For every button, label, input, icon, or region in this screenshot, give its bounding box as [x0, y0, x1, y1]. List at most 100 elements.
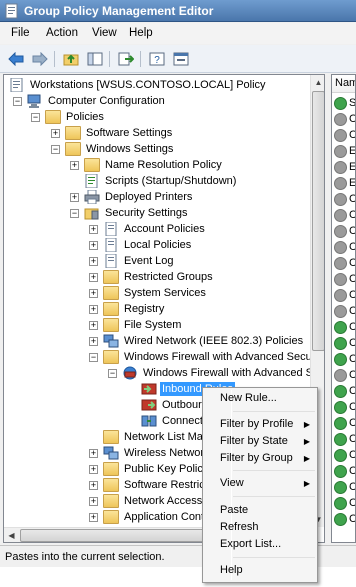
expand-toggle[interactable]: + — [89, 513, 98, 522]
rule-row[interactable]: C — [334, 111, 355, 127]
rule-row[interactable]: C — [334, 511, 355, 527]
properties-button[interactable] — [170, 49, 192, 69]
menu-item-export-list[interactable]: Export List... — [220, 536, 316, 553]
tree-item-policies[interactable]: Policies — [45, 109, 106, 125]
menu-item-new-rule[interactable]: New Rule... — [220, 390, 316, 407]
rule-row[interactable]: C — [334, 191, 355, 207]
rule-row[interactable]: C — [334, 287, 355, 303]
expand-toggle[interactable]: + — [89, 289, 98, 298]
tree-item-registry[interactable]: Registry — [103, 301, 166, 317]
expand-toggle[interactable]: + — [70, 193, 79, 202]
rule-row[interactable]: C — [334, 255, 355, 271]
menu-item-view[interactable]: View ▶ — [220, 475, 316, 492]
rule-row[interactable]: C — [334, 303, 355, 319]
menu-item-help[interactable]: Help — [220, 562, 316, 579]
tree-item-public-key-policies[interactable]: Public Key Policie — [103, 461, 213, 477]
tree-item-account-policies[interactable]: Account Policies — [103, 221, 207, 237]
expand-toggle[interactable]: + — [89, 257, 98, 266]
tree-item-gpo-root[interactable]: Workstations [WSUS.CONTOSO.LOCAL] Policy — [9, 77, 268, 93]
menu-view[interactable]: View — [92, 27, 117, 39]
expand-toggle[interactable]: + — [89, 321, 98, 330]
rules-list-pane[interactable]: Nam SCCEEECCCCCCCCCCCCCCCCCCCCC — [331, 74, 356, 543]
tree-item-windows-firewall[interactable]: Windows Firewall with Advanced Secu — [103, 349, 314, 365]
tree-item-software-settings[interactable]: Software Settings — [65, 125, 174, 141]
expand-toggle[interactable]: + — [89, 273, 98, 282]
column-header-name[interactable]: Nam — [332, 75, 355, 93]
tree-item-event-log[interactable]: Event Log — [103, 253, 176, 269]
rule-row[interactable]: C — [334, 239, 355, 255]
scroll-up-icon[interactable]: ▲ — [311, 75, 324, 90]
tree-item-computer-configuration[interactable]: Computer Configuration — [27, 93, 167, 109]
rule-row[interactable]: C — [334, 399, 355, 415]
expand-toggle[interactable]: + — [89, 241, 98, 250]
menu-item-filter-by-state[interactable]: Filter by State ▶ — [220, 433, 316, 450]
rule-row[interactable]: C — [334, 319, 355, 335]
rule-row[interactable]: C — [334, 335, 355, 351]
rule-row[interactable]: E — [334, 175, 355, 191]
collapse-toggle[interactable]: − — [108, 369, 117, 378]
rule-row[interactable]: C — [334, 351, 355, 367]
expand-toggle[interactable]: + — [89, 337, 98, 346]
collapse-toggle[interactable]: − — [31, 113, 40, 122]
tree-item-name-resolution-policy[interactable]: Name Resolution Policy — [84, 157, 224, 173]
rule-row[interactable]: C — [334, 223, 355, 239]
collapse-toggle[interactable]: − — [13, 97, 22, 106]
back-button[interactable] — [5, 49, 27, 69]
scrollbar-thumb[interactable] — [312, 91, 324, 351]
rule-row[interactable]: C — [334, 207, 355, 223]
tree-item-security-settings[interactable]: Security Settings — [84, 205, 190, 221]
tree-item-file-system[interactable]: File System — [103, 317, 183, 333]
menu-item-refresh[interactable]: Refresh — [220, 519, 316, 536]
help-button[interactable]: ? — [146, 49, 168, 69]
tree-item-wireless-network[interactable]: Wireless Networ — [103, 445, 206, 461]
collapse-toggle[interactable]: − — [89, 353, 98, 362]
rule-row[interactable]: C — [334, 447, 355, 463]
expand-toggle[interactable]: + — [51, 129, 60, 138]
rule-row[interactable]: E — [334, 159, 355, 175]
rule-row[interactable]: S — [334, 95, 355, 111]
tree-item-network-list-manager[interactable]: Network List Ma — [103, 429, 205, 445]
rule-row[interactable]: C — [334, 367, 355, 383]
tree-item-windows-settings[interactable]: Windows Settings — [65, 141, 175, 157]
up-one-level-button[interactable] — [60, 49, 82, 69]
tree-item-scripts[interactable]: Scripts (Startup/Shutdown) — [84, 173, 238, 189]
collapse-toggle[interactable]: − — [70, 209, 79, 218]
rule-row[interactable]: C — [334, 431, 355, 447]
expand-toggle[interactable]: + — [89, 449, 98, 458]
tree-item-connection-security-rules[interactable]: Connect — [141, 413, 205, 429]
forward-button[interactable] — [29, 49, 51, 69]
tree-item-windows-firewall-gpo[interactable]: Windows Firewall with Advanced S — [122, 365, 315, 381]
tree-item-network-access[interactable]: Network Access — [103, 493, 204, 509]
expand-toggle[interactable]: + — [89, 225, 98, 234]
expand-toggle[interactable]: + — [70, 161, 79, 170]
tree-item-restricted-groups[interactable]: Restricted Groups — [103, 269, 215, 285]
menu-file[interactable]: File — [11, 27, 30, 39]
expand-toggle[interactable]: + — [89, 305, 98, 314]
rule-row[interactable]: C — [334, 415, 355, 431]
menu-action[interactable]: Action — [46, 27, 78, 39]
expand-toggle[interactable]: + — [89, 497, 98, 506]
tree-item-outbound-rules[interactable]: Outbour — [141, 397, 204, 413]
scrollbar-thumb[interactable] — [20, 529, 210, 542]
tree-item-software-restriction[interactable]: Software Restric — [103, 477, 207, 493]
export-list-button[interactable] — [115, 49, 137, 69]
menu-item-filter-by-profile[interactable]: Filter by Profile ▶ — [220, 416, 316, 433]
rule-row[interactable]: C — [334, 383, 355, 399]
rule-row[interactable]: C — [334, 479, 355, 495]
tree-item-system-services[interactable]: System Services — [103, 285, 208, 301]
menu-item-filter-by-group[interactable]: Filter by Group ▶ — [220, 450, 316, 467]
menu-help[interactable]: Help — [129, 27, 153, 39]
scroll-left-icon[interactable]: ◀ — [4, 528, 19, 542]
show-hide-tree-button[interactable] — [84, 49, 106, 69]
menu-item-paste[interactable]: Paste — [220, 502, 316, 519]
rule-row[interactable]: C — [334, 463, 355, 479]
tree-item-deployed-printers[interactable]: Deployed Printers — [84, 189, 194, 205]
tree-item-application-control[interactable]: Application Cont — [103, 509, 206, 525]
rule-row[interactable]: C — [334, 127, 355, 143]
collapse-toggle[interactable]: − — [51, 145, 60, 154]
tree-item-wired-network[interactable]: Wired Network (IEEE 802.3) Policies — [103, 333, 305, 349]
expand-toggle[interactable]: + — [89, 481, 98, 490]
expand-toggle[interactable]: + — [89, 465, 98, 474]
rule-row[interactable]: C — [334, 271, 355, 287]
rule-row[interactable]: E — [334, 143, 355, 159]
